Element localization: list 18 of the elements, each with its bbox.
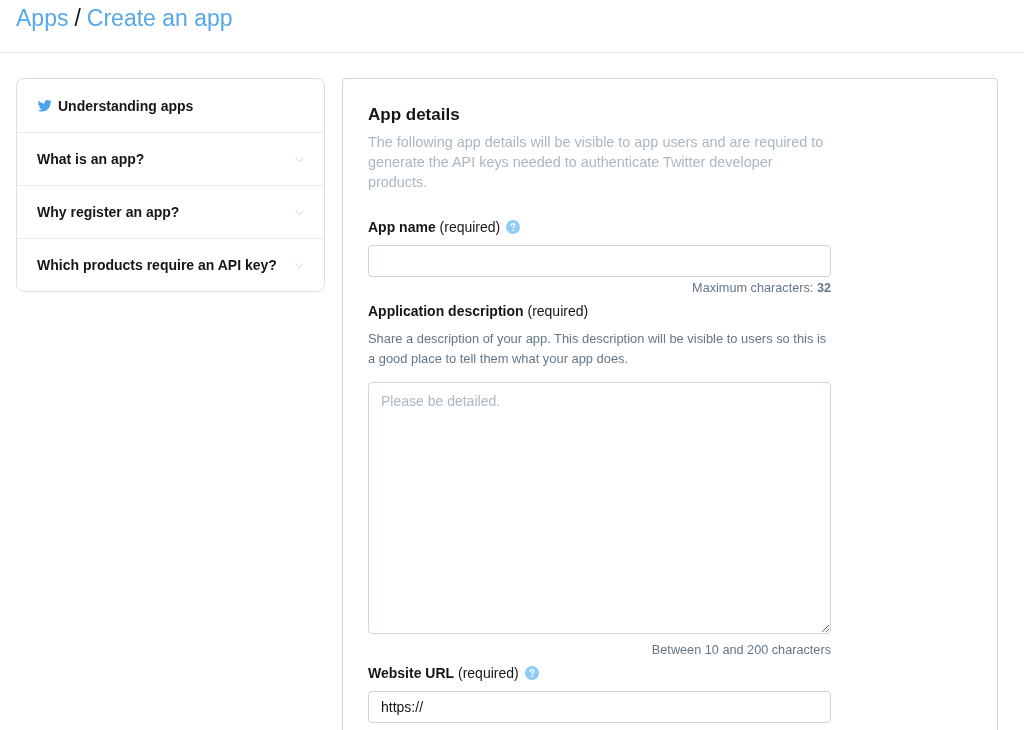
help-icon[interactable] xyxy=(506,220,521,234)
text-input[interactable] xyxy=(368,245,831,277)
accordion-item[interactable]: Which products require an API key? xyxy=(17,238,324,291)
field-label: Website URL (required) xyxy=(368,664,519,683)
field-label: Application description (required) xyxy=(368,302,589,321)
page-title: Create an app xyxy=(86,4,233,32)
card-title: Understanding apps xyxy=(58,97,194,114)
field-label: App name (required) xyxy=(368,218,501,237)
field-hint: Between 10 and 200 characters xyxy=(651,642,831,658)
breadcrumb-separator: / xyxy=(74,4,81,32)
text-area[interactable]: Please be detailed. xyxy=(368,382,831,634)
help-icon[interactable] xyxy=(524,666,539,680)
bird-icon xyxy=(37,99,52,112)
section-description: The following app details will be visible to app users and are required to generate the API keys needed to authenticate Twitter developer products. xyxy=(368,133,825,192)
field-description: Share a description of your app. This description will be visible to users so this is a good place to tell them what your app does. xyxy=(368,330,828,368)
text-input[interactable]: https:// xyxy=(368,691,831,723)
section-title: App details xyxy=(368,104,461,126)
field-hint: Maximum characters: 32 xyxy=(692,280,831,296)
